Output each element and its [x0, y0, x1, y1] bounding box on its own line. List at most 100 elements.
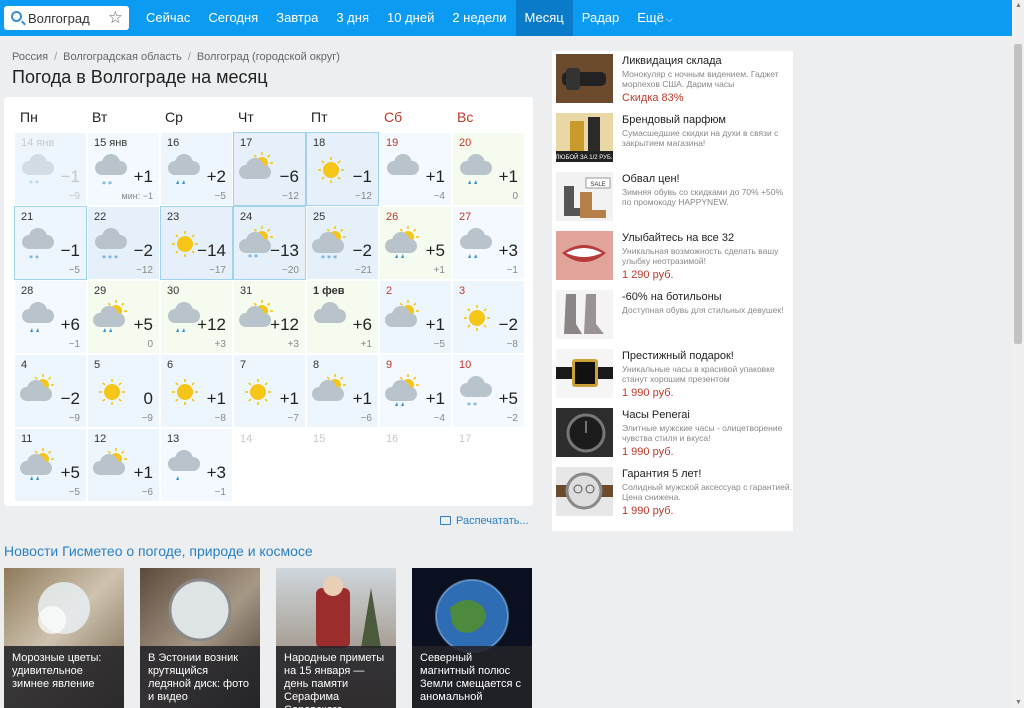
- tab-month[interactable]: Месяц: [515, 0, 573, 36]
- calendar-day-cell[interactable]: 5 0 −9: [87, 354, 160, 428]
- printer-icon: [440, 516, 451, 525]
- breadcrumb-region[interactable]: Волгоградская область: [63, 51, 182, 63]
- calendar-day-cell[interactable]: 20 +1 0: [452, 132, 525, 206]
- calendar-day-cell[interactable]: 10 * * +5 −2: [452, 354, 525, 428]
- calendar-day-cell[interactable]: 21 * * −1 −5: [14, 206, 87, 280]
- calendar-day-cell[interactable]: 17 −6 −12: [233, 132, 306, 206]
- ad-title: Престижный подарок!: [622, 350, 734, 362]
- calendar-day-cell[interactable]: 25 * * * −2 −21: [306, 206, 379, 280]
- calendar-day-cell[interactable]: 15 янв * * +1 мин: −1: [87, 132, 160, 206]
- ad-price: 1 990 руб.: [622, 446, 674, 458]
- max-temperature: +1: [133, 463, 153, 482]
- city-search-box[interactable]: ☆: [4, 6, 129, 30]
- winter-boots-image: SALE: [556, 172, 613, 221]
- ad-item[interactable]: -60% на ботильоны Доступная обувь для ст…: [556, 288, 792, 344]
- calendar-day-cell[interactable]: 30 +12 +3: [160, 280, 233, 354]
- calendar-day-cell: 16: [379, 428, 452, 502]
- weather-icon: [172, 379, 198, 405]
- ad-item[interactable]: Часы Penerai Элитные мужские часы - олиц…: [556, 406, 792, 462]
- calendar-day-cell[interactable]: 2 +1 −5: [379, 280, 452, 354]
- tab-radar[interactable]: Радар: [573, 0, 629, 36]
- news-card-frost-flowers[interactable]: Морозные цветы: удивительное зимнее явле…: [4, 568, 124, 708]
- favorite-star-icon[interactable]: ☆: [108, 7, 123, 29]
- min-temperature: −5: [68, 487, 80, 498]
- calendar-day-cell[interactable]: 22 * * * −2 −12: [87, 206, 160, 280]
- ice-disk-image: [168, 578, 232, 642]
- calendar-day-cell[interactable]: 29 +5 0: [87, 280, 160, 354]
- breadcrumb-country[interactable]: Россия: [12, 51, 48, 63]
- weather-icon: [318, 157, 344, 183]
- tab-10-days[interactable]: 10 дней: [378, 0, 443, 36]
- ad-item[interactable]: Улыбайтесь на все 32 Уникальная возможно…: [556, 229, 792, 285]
- news-card-magnetic-pole[interactable]: Северный магнитный полюс Земли смещается…: [412, 568, 532, 708]
- day-label: 25: [313, 211, 326, 223]
- calendar-day-cell[interactable]: 19 +1 −4: [379, 132, 452, 206]
- earth-image: [435, 579, 509, 653]
- svg-text:*: *: [333, 254, 337, 263]
- day-label: 17: [240, 137, 253, 149]
- tab-today[interactable]: Сегодня: [199, 0, 267, 36]
- print-link[interactable]: Распечатать...: [440, 515, 529, 527]
- news-caption: Народные приметы на 15 января — день пам…: [276, 646, 396, 708]
- ad-text: Солидный мужской аксессуар с гарантией. …: [622, 482, 792, 502]
- calendar-day-cell[interactable]: 16 +2 −5: [160, 132, 233, 206]
- weather-icon: [245, 379, 271, 405]
- breadcrumb-city[interactable]: Волгоград (городской округ): [197, 51, 340, 63]
- max-temperature: −13: [270, 241, 299, 260]
- calendar-day-cell[interactable]: 24 * * −13 −20: [233, 206, 306, 280]
- ad-item[interactable]: Ликвидация склада Монокуляр с ночным вид…: [556, 52, 792, 108]
- weekday-monday: Пн: [20, 109, 38, 125]
- day-label: 16: [386, 433, 399, 445]
- news-card-folk-omens[interactable]: Народные приметы на 15 января — день пам…: [276, 568, 396, 708]
- max-temperature: +1: [133, 167, 153, 186]
- day-label: 21: [21, 211, 34, 223]
- weather-icon: [239, 152, 273, 179]
- ad-item[interactable]: Престижный подарок! Уникальные часы в кр…: [556, 347, 792, 403]
- calendar-day-cell[interactable]: 6 +1 −8: [160, 354, 233, 428]
- ad-item[interactable]: ЛЮБОЙ ЗА 1/2 РУБ. Брендовый парфюм Сумас…: [556, 111, 792, 167]
- calendar-day-cell[interactable]: 9 +1 −4: [379, 354, 452, 428]
- svg-text:*: *: [29, 254, 33, 263]
- scrollbar-thumb[interactable]: [1014, 44, 1022, 344]
- calendar-day-cell[interactable]: 27 +3 −1: [452, 206, 525, 280]
- forecast-period-tabs: Сейчас Сегодня Завтра 3 дня 10 дней 2 не…: [137, 0, 682, 36]
- calendar-day-cell[interactable]: 13 +3 −1: [160, 428, 233, 502]
- tab-more[interactable]: Ещё ⌵: [628, 0, 681, 36]
- ad-item[interactable]: SALE Обвал цен! Зимняя обувь со скидками…: [556, 170, 792, 226]
- calendar-day-cell[interactable]: 12 +1 −6: [87, 428, 160, 502]
- calendar-day-cell[interactable]: 28 +6 −1: [14, 280, 87, 354]
- calendar-day-cell[interactable]: 11 +5 −5: [14, 428, 87, 502]
- calendar-day-cell[interactable]: 23 −14 −17: [160, 206, 233, 280]
- ad-title: Обвал цен!: [622, 173, 680, 185]
- tab-now[interactable]: Сейчас: [137, 0, 199, 36]
- ankle-boots-image: [556, 290, 613, 339]
- weekday-thursday: Чт: [238, 109, 254, 125]
- tab-tomorrow[interactable]: Завтра: [267, 0, 327, 36]
- news-section-title[interactable]: Новости Гисметео о погоде, природе и кос…: [4, 543, 313, 559]
- ad-item[interactable]: Гарантия 5 лет! Солидный мужской аксессу…: [556, 465, 792, 521]
- weather-icon: [460, 154, 492, 184]
- calendar-day-cell[interactable]: 4 −2 −9: [14, 354, 87, 428]
- page-scrollbar[interactable]: ▲ ▼: [1012, 0, 1024, 708]
- max-temperature: 0: [143, 389, 153, 408]
- calendar-day-cell[interactable]: 26 +5 +1: [379, 206, 452, 280]
- calendar-day-cell[interactable]: 31 +12 +3: [233, 280, 306, 354]
- tab-3-days[interactable]: 3 дня: [327, 0, 378, 36]
- day-label: 2: [386, 285, 393, 297]
- weather-icon: * * *: [95, 228, 127, 263]
- calendar-day-cell[interactable]: 8 +1 −6: [306, 354, 379, 428]
- min-temperature: +3: [287, 339, 299, 350]
- city-search-input[interactable]: [28, 9, 104, 27]
- calendar-day-cell[interactable]: 1 фев +6 +1: [306, 280, 379, 354]
- tab-2-weeks[interactable]: 2 недели: [443, 0, 515, 36]
- day-label: 15 янв: [94, 137, 128, 149]
- weather-icon: [460, 228, 492, 258]
- calendar-day-cell[interactable]: 18 −1 −12: [306, 132, 379, 206]
- day-label: 16: [167, 137, 180, 149]
- news-card-ice-disk[interactable]: В Эстонии возник крутящийся ледяной диск…: [140, 568, 260, 708]
- calendar-day-cell[interactable]: 7 +1 −7: [233, 354, 306, 428]
- scroll-down-arrow-icon[interactable]: ▼: [1015, 699, 1022, 706]
- calendar-day-cell[interactable]: 14 янв * * −1 −9: [14, 132, 87, 206]
- scroll-up-arrow-icon[interactable]: ▲: [1015, 2, 1022, 9]
- calendar-day-cell[interactable]: 3 −2 −8: [452, 280, 525, 354]
